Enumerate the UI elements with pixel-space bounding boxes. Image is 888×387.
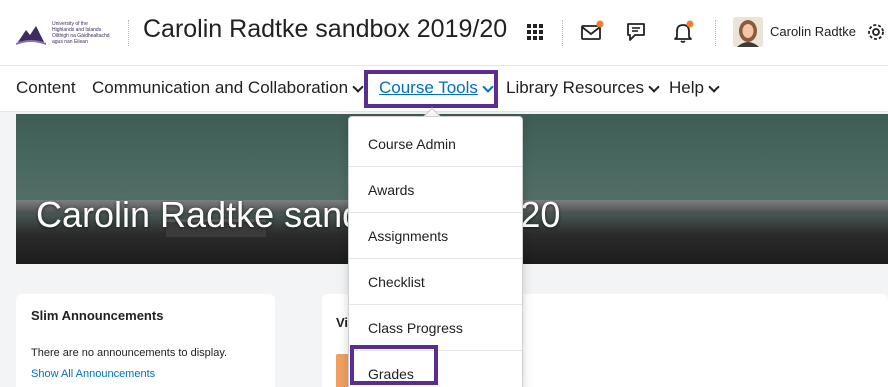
logo-text: University of the Highlands and Islands … xyxy=(52,21,110,45)
show-all-announcements-link[interactable]: Show All Announcements xyxy=(31,368,155,380)
logo-mark-icon xyxy=(15,20,47,46)
chat-icon[interactable] xyxy=(622,18,650,46)
top-header: University of the Highlands and Islands … xyxy=(0,0,888,66)
video-widget-title: Vi xyxy=(336,315,349,330)
chevron-down-icon xyxy=(708,80,720,93)
apps-grid-icon[interactable] xyxy=(521,18,549,46)
nav-item-label: Library Resources xyxy=(506,78,644,97)
nav-item-content[interactable]: Content xyxy=(16,78,76,98)
nav-item-label: Help xyxy=(669,78,704,97)
bell-icon[interactable] xyxy=(669,18,697,46)
announcements-widget: Slim Announcements There are no announce… xyxy=(16,294,275,387)
menu-item-label: Course Admin xyxy=(368,135,456,152)
course-tools-highlight xyxy=(364,70,498,108)
announcements-title: Slim Announcements xyxy=(31,308,164,323)
nav-item-label: Content xyxy=(16,78,76,97)
nav-item-library-resources[interactable]: Library Resources xyxy=(506,78,660,98)
menu-item-label: Checklist xyxy=(368,273,425,290)
nav-item-label: Communication and Collaboration xyxy=(92,78,349,97)
settings-gear-icon[interactable] xyxy=(862,18,888,46)
menu-item-label: Assignments xyxy=(368,227,449,244)
user-name[interactable]: Carolin Radtke xyxy=(770,24,856,39)
grades-highlight xyxy=(350,345,438,385)
header-divider xyxy=(128,20,129,46)
nav-item-communication[interactable]: Communication and Collaboration xyxy=(92,78,364,98)
mail-icon[interactable] xyxy=(578,18,606,46)
announcements-empty-text: There are no announcements to display. xyxy=(31,347,228,359)
header-divider xyxy=(715,20,716,46)
logo-line: agus nan Eilean xyxy=(52,39,88,45)
course-title[interactable]: Carolin Radtke sandbox 2019/20 xyxy=(143,15,507,44)
menu-item-course-admin[interactable]: Course Admin xyxy=(349,121,522,167)
chevron-down-icon xyxy=(648,80,660,93)
menu-item-label: Class Progress xyxy=(368,319,463,336)
menu-item-assignments[interactable]: Assignments xyxy=(349,213,522,259)
menu-item-checklist[interactable]: Checklist xyxy=(349,259,522,305)
nav-item-help[interactable]: Help xyxy=(669,78,720,98)
avatar[interactable] xyxy=(733,17,763,47)
chevron-down-icon xyxy=(352,80,364,93)
menu-item-awards[interactable]: Awards xyxy=(349,167,522,213)
header-divider xyxy=(562,20,563,46)
menu-item-label: Awards xyxy=(368,181,415,198)
university-logo[interactable]: University of the Highlands and Islands … xyxy=(15,14,116,52)
